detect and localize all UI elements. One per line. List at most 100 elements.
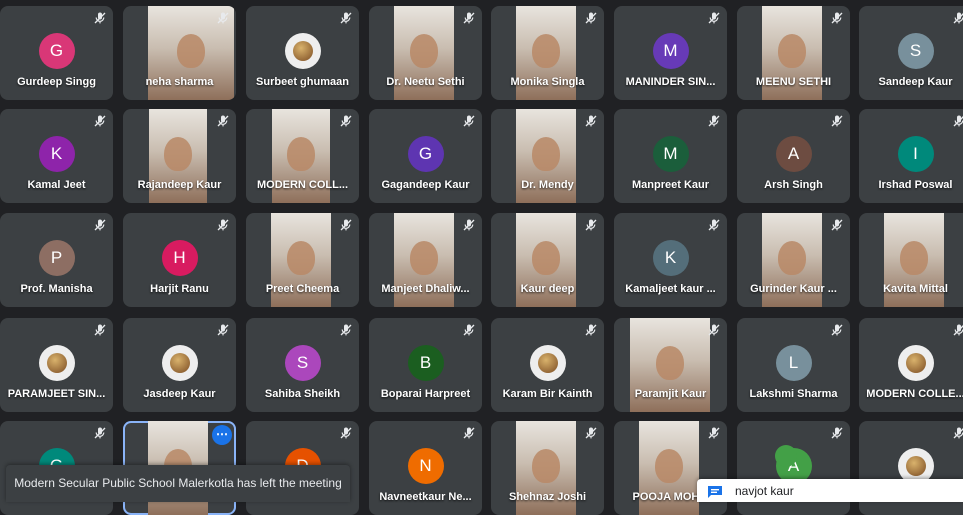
mic-off-icon xyxy=(339,114,353,128)
participant-name: neha sharma xyxy=(145,76,214,88)
participant-name: Shehnaz Joshi xyxy=(508,491,587,503)
participant-name: Jasdeep Kaur xyxy=(143,388,216,400)
left-meeting-toast: Modern Secular Public School Malerkotla … xyxy=(6,465,350,502)
toast-text: Modern Secular Public School Malerkotla … xyxy=(14,476,342,490)
participant-name: Arsh Singh xyxy=(764,179,823,191)
participant-name: Irshad Poswal xyxy=(878,179,953,191)
participant-tile[interactable]: H Harjit Ranu xyxy=(123,213,236,307)
mic-off-icon xyxy=(830,218,844,232)
mic-off-icon xyxy=(339,426,353,440)
participant-tile[interactable]: M MANINDER SIN... xyxy=(614,6,727,100)
participant-name: Dr. Mendy xyxy=(521,179,574,191)
chat-icon xyxy=(708,486,722,498)
participant-initial-avatar: M xyxy=(652,136,689,172)
participant-tile[interactable]: L Lakshmi Sharma xyxy=(737,318,850,412)
participant-tile[interactable]: Rajandeep Kaur xyxy=(123,109,236,203)
participant-tile[interactable]: A Arsh Singh xyxy=(737,109,850,203)
participant-tile[interactable]: Manjeet Dhaliw... xyxy=(369,213,482,307)
mic-off-icon xyxy=(93,114,107,128)
participant-tile[interactable]: M Manpreet Kaur xyxy=(614,109,727,203)
participant-tile[interactable]: Karam Bir Kainth xyxy=(491,318,604,412)
participant-tile[interactable]: Monika Singla xyxy=(491,6,604,100)
mic-off-icon xyxy=(584,426,598,440)
participant-tile[interactable]: Paramjit Kaur xyxy=(614,318,727,412)
participant-name: Prof. Manisha xyxy=(20,283,93,295)
mic-off-icon xyxy=(707,11,721,25)
participant-tile[interactable]: G Gurdeep Singg xyxy=(0,6,113,100)
mic-off-icon xyxy=(707,218,721,232)
participant-tile[interactable]: Preet Cheema xyxy=(246,213,359,307)
participant-initial-avatar: K xyxy=(652,240,689,276)
participant-name: Sandeep Kaur xyxy=(878,76,953,88)
mic-off-icon xyxy=(339,11,353,25)
participant-name: MODERN COLL... xyxy=(256,179,349,191)
mic-off-icon xyxy=(462,218,476,232)
participant-tile[interactable]: I Irshad Poswal xyxy=(859,109,963,203)
mic-off-icon xyxy=(93,218,107,232)
mic-off-icon xyxy=(93,11,107,25)
participant-tile[interactable]: S Sandeep Kaur xyxy=(859,6,963,100)
participant-initial-avatar: H xyxy=(161,240,198,276)
mic-off-icon xyxy=(216,218,230,232)
participant-initial-avatar: B xyxy=(407,345,444,381)
mic-off-icon xyxy=(584,114,598,128)
mic-off-icon xyxy=(93,426,107,440)
participant-tile[interactable]: G Gagandeep Kaur xyxy=(369,109,482,203)
participant-name: Surbeet ghumaan xyxy=(256,76,349,88)
participant-tile[interactable]: Gurinder Kaur ... xyxy=(737,213,850,307)
participant-name: Navneetkaur Ne... xyxy=(379,491,472,503)
participant-tile[interactable]: K Kamal Jeet xyxy=(0,109,113,203)
participant-photo-avatar xyxy=(897,345,934,381)
mic-off-icon xyxy=(830,114,844,128)
participant-tile[interactable]: PARAMJEET SIN... xyxy=(0,318,113,412)
participant-name: Boparai Harpreet xyxy=(380,388,471,400)
mic-off-icon xyxy=(216,11,230,25)
participant-grid: G Gurdeep Singg neha sharma Surbeet ghumaan… xyxy=(0,0,963,515)
participant-tile[interactable]: Dr. Neetu Sethi xyxy=(369,6,482,100)
participant-tile[interactable]: Shehnaz Joshi xyxy=(491,421,604,515)
mic-off-icon xyxy=(952,323,963,337)
participant-name: Gurinder Kaur ... xyxy=(750,283,837,295)
participant-name: MODERN COLLE... xyxy=(866,388,963,400)
participant-name: Dr. Neetu Sethi xyxy=(386,76,465,88)
mic-off-icon xyxy=(216,323,230,337)
participant-photo-avatar xyxy=(284,33,321,69)
participant-name: Kamal Jeet xyxy=(27,179,86,191)
mic-off-icon xyxy=(584,218,598,232)
chat-sender-name: navjot kaur xyxy=(735,484,794,498)
participant-name: Harjit Ranu xyxy=(150,283,209,295)
participant-tile[interactable]: N Navneetkaur Ne... xyxy=(369,421,482,515)
participant-initial-avatar: S xyxy=(897,33,934,69)
participant-tile[interactable]: Surbeet ghumaan xyxy=(246,6,359,100)
mic-off-icon xyxy=(707,426,721,440)
participant-tile[interactable]: MEENU SETHI xyxy=(737,6,850,100)
participant-tile[interactable]: neha sharma xyxy=(123,6,236,100)
mic-off-icon xyxy=(707,323,721,337)
participant-initial-avatar: P xyxy=(38,240,75,276)
participant-tile[interactable]: K Kamaljeet kaur ... xyxy=(614,213,727,307)
mic-off-icon xyxy=(462,323,476,337)
participant-photo-avatar xyxy=(38,345,75,381)
mic-off-icon xyxy=(93,323,107,337)
participant-tile[interactable]: MODERN COLLE... xyxy=(859,318,963,412)
participant-tile[interactable]: Kavita Mittal xyxy=(859,213,963,307)
participant-name: Kaur deep xyxy=(520,283,575,295)
participant-tile[interactable]: Kaur deep xyxy=(491,213,604,307)
participant-name: Gurdeep Singg xyxy=(17,76,96,88)
participant-photo-avatar xyxy=(529,345,566,381)
mic-off-icon xyxy=(952,114,963,128)
participant-initial-avatar: L xyxy=(775,345,812,381)
participant-tile[interactable]: MODERN COLL... xyxy=(246,109,359,203)
participant-tile[interactable]: P Prof. Manisha xyxy=(0,213,113,307)
chat-notification[interactable]: navjot kaur xyxy=(697,445,963,502)
participant-tile[interactable]: Jasdeep Kaur xyxy=(123,318,236,412)
participant-tile[interactable]: S Sahiba Sheikh xyxy=(246,318,359,412)
participant-tile[interactable]: Dr. Mendy xyxy=(491,109,604,203)
participant-name: Kamaljeet kaur ... xyxy=(625,283,716,295)
more-options-icon[interactable]: ⋯ xyxy=(212,425,232,445)
participant-initial-avatar: G xyxy=(38,33,75,69)
mic-off-icon xyxy=(584,11,598,25)
participant-tile[interactable]: B Boparai Harpreet xyxy=(369,318,482,412)
mic-off-icon xyxy=(830,323,844,337)
participant-name: Preet Cheema xyxy=(265,283,340,295)
